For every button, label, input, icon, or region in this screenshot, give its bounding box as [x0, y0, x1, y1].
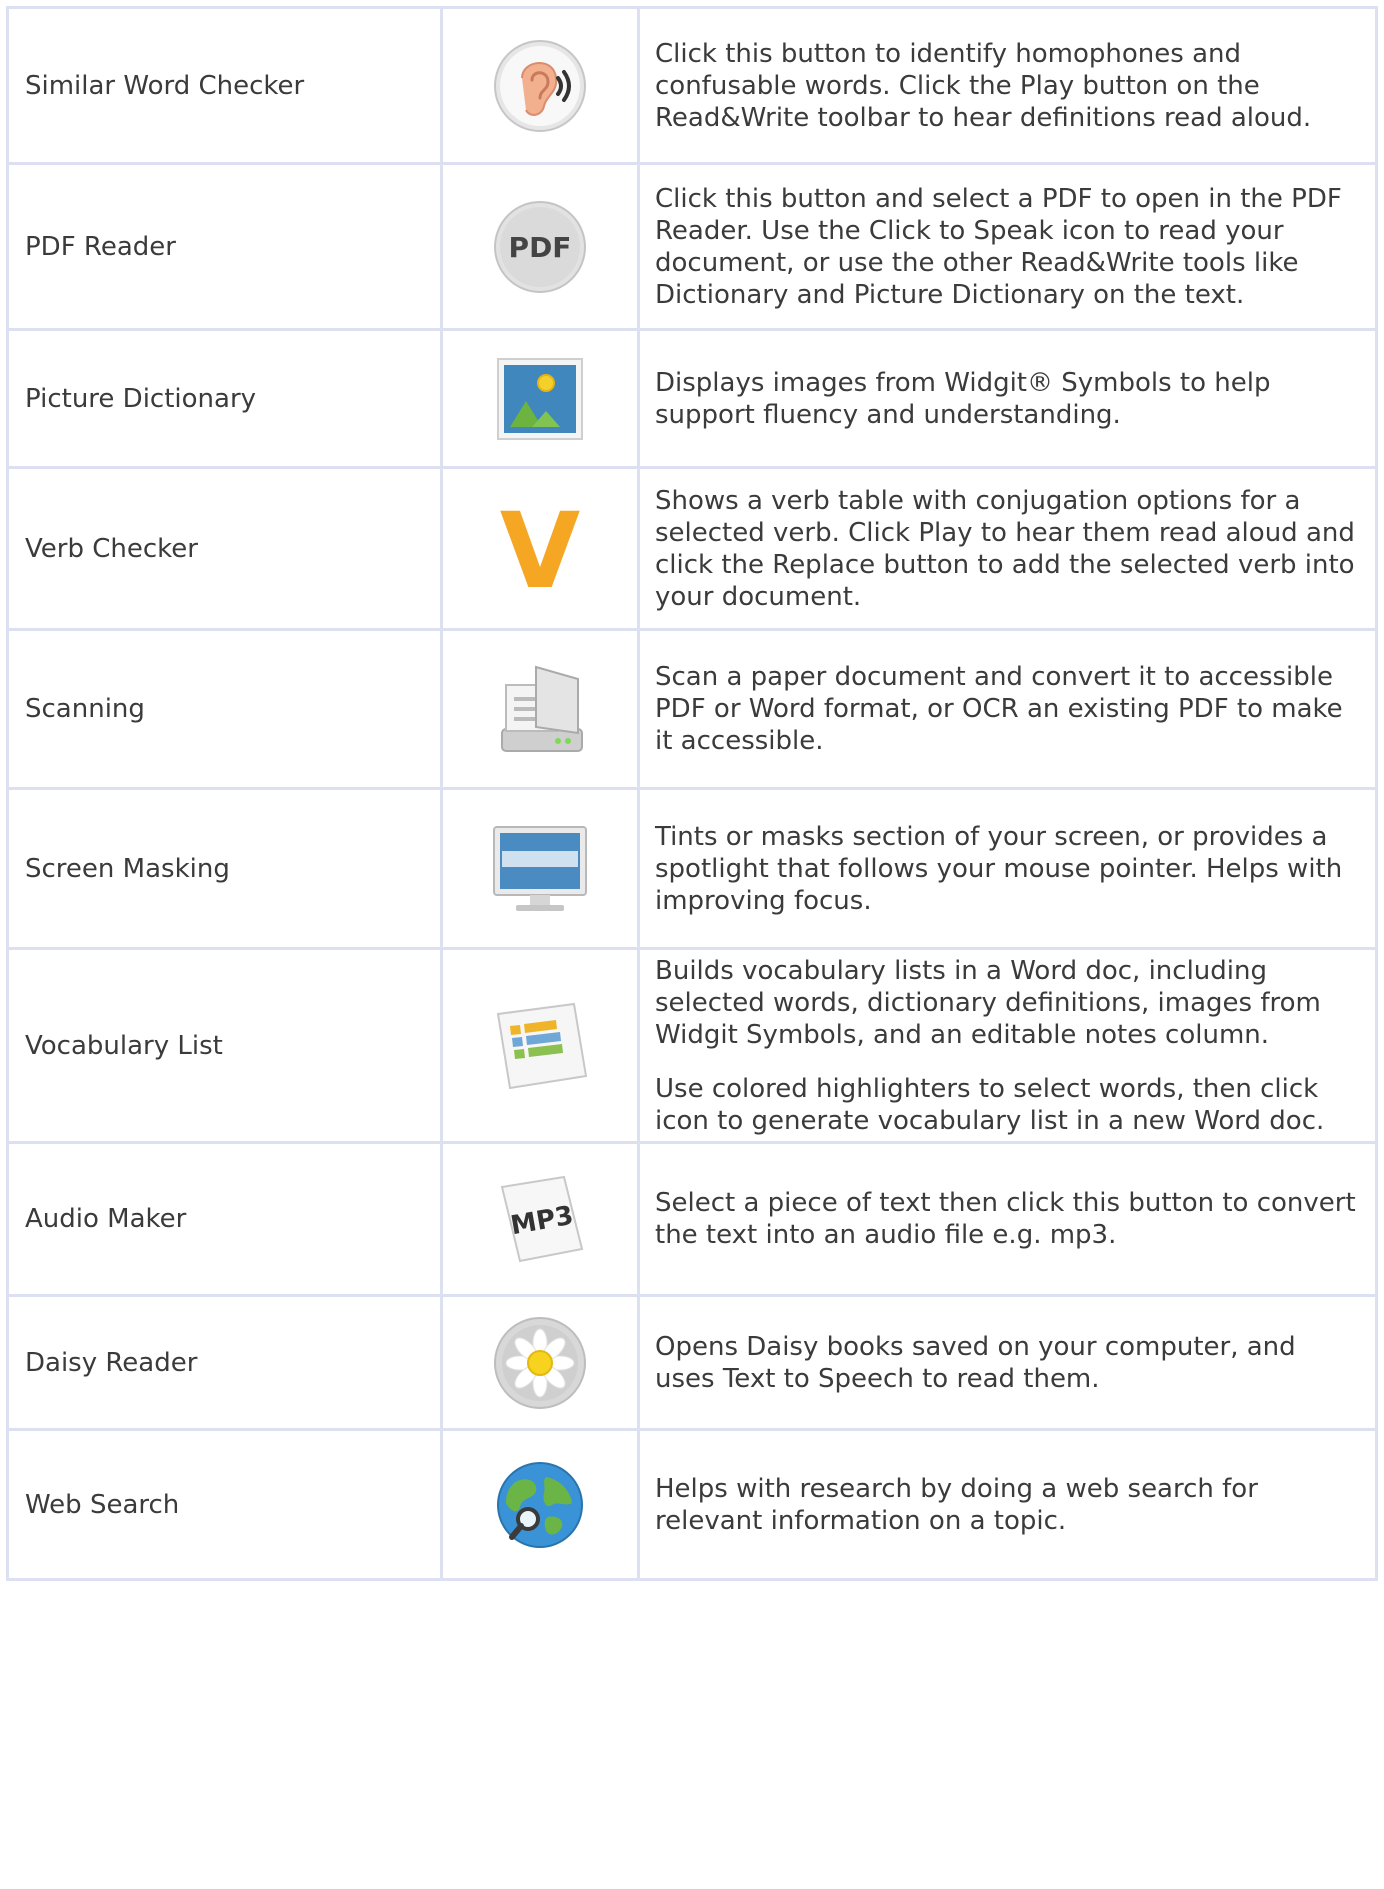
table-row: PDF Reader PDF Click this button and sel… — [6, 162, 1378, 331]
tool-name: PDF Reader — [6, 162, 443, 331]
tool-name: Similar Word Checker — [6, 6, 443, 165]
svg-text:PDF: PDF — [509, 231, 572, 264]
pdf-icon[interactable]: PDF — [492, 199, 588, 295]
table-row: Web Search Helps with research by doing … — [6, 1428, 1378, 1581]
tool-name: Web Search — [6, 1428, 443, 1581]
tool-description: Select a piece of text then click this b… — [655, 1188, 1356, 1250]
table-row: Audio Maker MP3 Select a piece of text t… — [6, 1141, 1378, 1297]
scanner-icon[interactable] — [492, 659, 588, 759]
vocabulary-list-icon[interactable] — [490, 996, 590, 1096]
tools-page: Similar Word Checker Click this button t… — [0, 0, 1384, 1889]
tool-description: Scan a paper document and convert it to … — [655, 662, 1343, 756]
table-row: Verb Checker V Shows a verb table with c… — [6, 466, 1378, 631]
tool-description: Helps with research by doing a web searc… — [655, 1473, 1258, 1536]
tool-description: Displays images from Widgit® Symbols to … — [655, 367, 1271, 430]
tool-description: Click this button and select a PDF to op… — [655, 183, 1342, 310]
globe-search-icon[interactable] — [492, 1457, 588, 1553]
tool-description: Opens Daisy books saved on your computer… — [655, 1331, 1296, 1394]
tool-name: Scanning — [6, 628, 443, 790]
picture-icon[interactable] — [496, 357, 584, 441]
daisy-flower-icon[interactable] — [492, 1315, 588, 1411]
tool-name: Verb Checker — [6, 466, 443, 631]
table-row: Scanning Scan a paper document and conve… — [6, 628, 1378, 790]
tools-table: Similar Word Checker Click this button t… — [6, 6, 1378, 1581]
tool-name: Picture Dictionary — [6, 328, 443, 469]
tool-name: Daisy Reader — [6, 1294, 443, 1431]
table-row: Vocabulary List Builds vocabulary lists … — [6, 947, 1378, 1144]
table-row: Picture Dictionary Displays images from … — [6, 328, 1378, 469]
monitor-icon[interactable] — [490, 821, 590, 917]
table-row: Similar Word Checker Click this button t… — [6, 6, 1378, 165]
tool-name: Audio Maker — [6, 1141, 443, 1297]
mp3-file-icon[interactable]: MP3 — [490, 1169, 590, 1269]
tool-description: Tints or masks section of your screen, o… — [655, 821, 1343, 916]
ear-sound-icon[interactable] — [492, 38, 588, 134]
tool-description: Builds vocabulary lists in a Word doc, i… — [655, 955, 1321, 1050]
tool-name: Vocabulary List — [6, 947, 443, 1144]
table-row: Screen Masking Tints or masks section of… — [6, 787, 1378, 950]
tool-description-extra: Use colored highlighters to select words… — [655, 1073, 1325, 1136]
tool-name: Screen Masking — [6, 787, 443, 950]
tool-description: Shows a verb table with conjugation opti… — [655, 485, 1355, 612]
letter-v-icon[interactable]: V — [492, 501, 588, 597]
table-row: Daisy Reader Opens Daisy books saved on … — [6, 1294, 1378, 1431]
svg-text:V: V — [500, 501, 581, 597]
tool-description: Click this button to identify homophones… — [655, 38, 1312, 133]
